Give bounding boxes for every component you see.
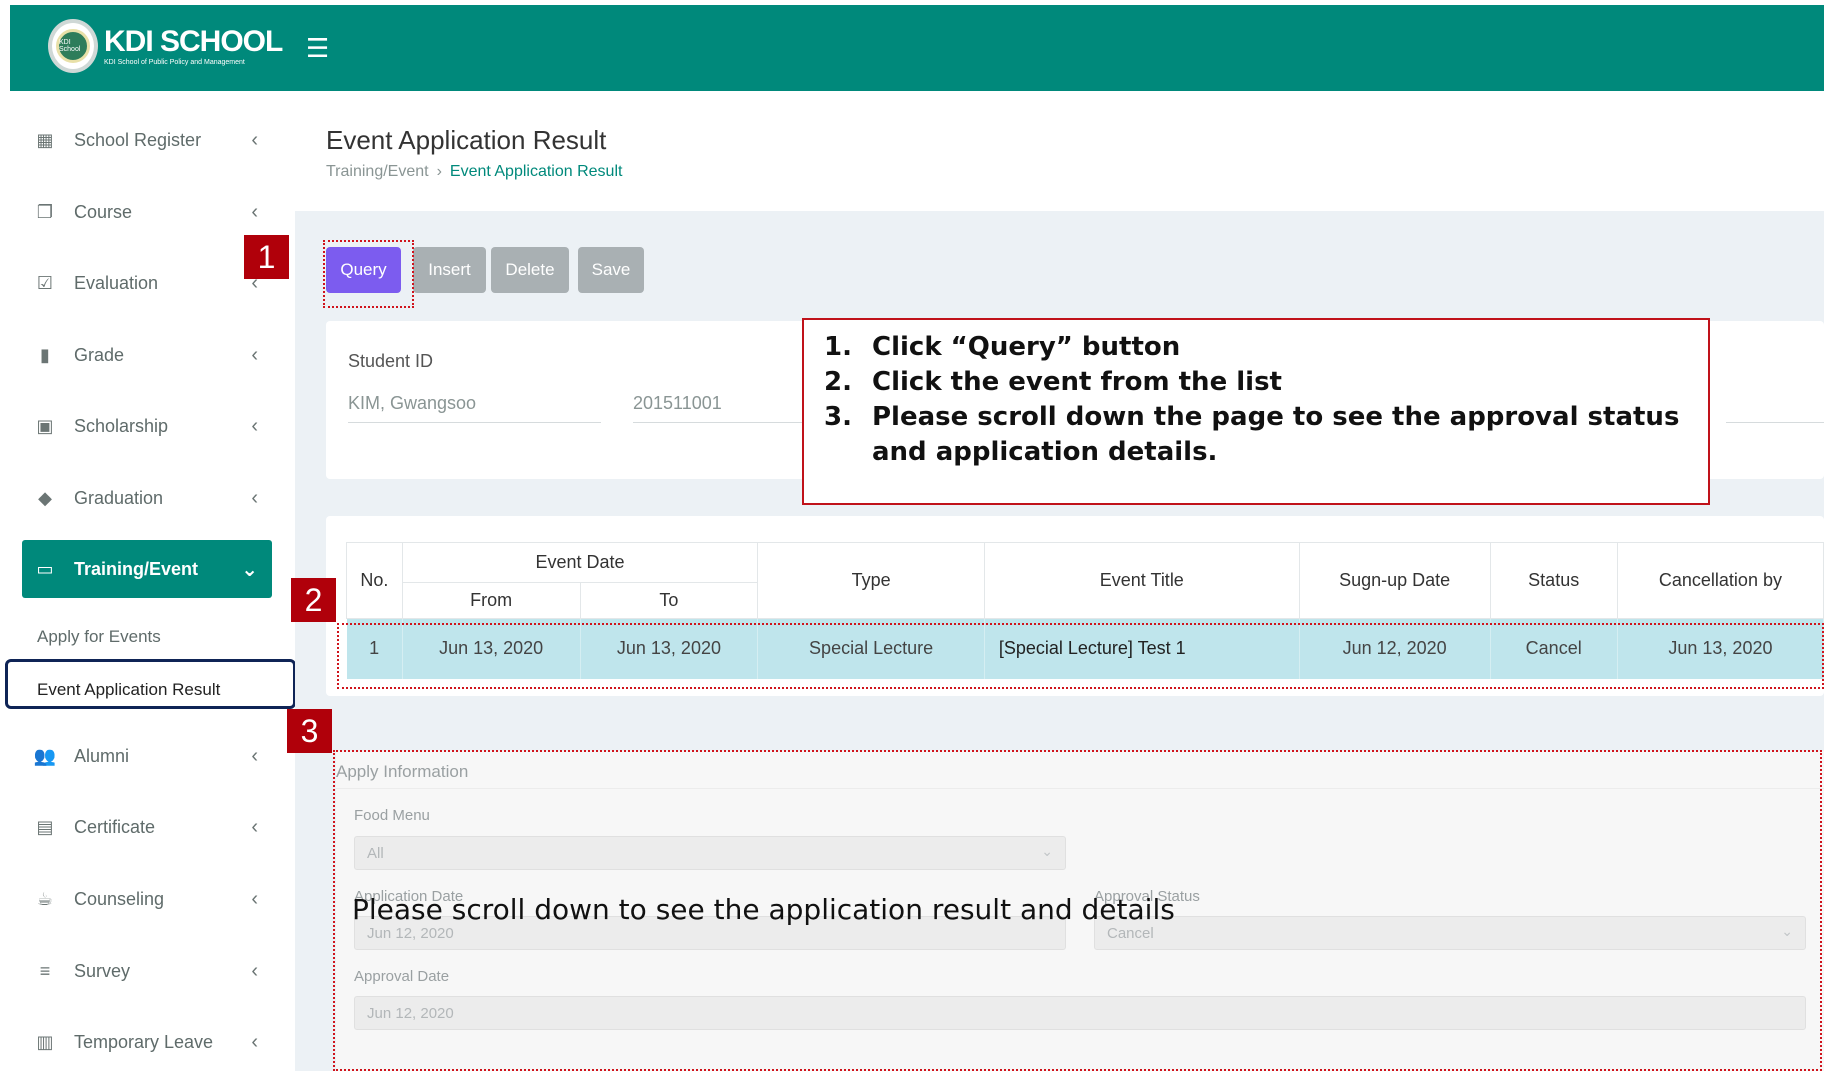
sidebar-item-counseling[interactable]: ☕ Counseling ‹	[22, 870, 272, 928]
sidebar-item-school-register[interactable]: ▦ School Register ‹	[22, 111, 272, 169]
copy-icon: ❐	[36, 201, 54, 222]
step-number-3: 3	[287, 709, 332, 753]
sidebar-item-label: Graduation	[74, 487, 164, 508]
highlight-box-current-menu	[5, 659, 296, 709]
header-event-title: Event Title	[983, 542, 1300, 619]
sidebar-item-label: Temporary Leave	[74, 1031, 214, 1052]
header-cancellation-by: Cancellation by	[1616, 542, 1824, 619]
monitor-icon: ▭	[36, 558, 54, 579]
save-button[interactable]: Save	[578, 247, 644, 293]
header-type: Type	[757, 542, 985, 619]
sidebar-item-label: Certificate	[74, 816, 156, 837]
top-header-bar: KDI School KDI SCHOOL KDI School of Publ…	[10, 5, 1824, 91]
grid-icon: ▦	[36, 129, 54, 150]
instruction-step: 3. Please scroll down the page to see the…	[824, 402, 1680, 467]
chevron-left-icon: ‹	[251, 1030, 258, 1053]
insert-button[interactable]: Insert	[413, 247, 486, 293]
logo-emblem: KDI School	[48, 19, 98, 73]
checkbox-icon: ☑	[36, 272, 54, 293]
checklist-icon: ≡	[39, 960, 51, 981]
sidebar-item-temporary-leave[interactable]: ▥ Temporary Leave ‹	[22, 1013, 272, 1071]
chevron-left-icon: ‹	[251, 343, 258, 366]
chevron-left-icon: ‹	[251, 414, 258, 437]
highlight-event-row	[337, 623, 1824, 689]
student-id-label: Student ID	[348, 351, 434, 371]
page-title: Event Application Result	[326, 125, 607, 155]
sidebar-item-label: Scholarship	[74, 415, 169, 436]
delete-button[interactable]: Delete	[491, 247, 569, 293]
breadcrumb-item[interactable]: Training/Event	[326, 163, 429, 180]
sidebar-item-label: School Register	[74, 129, 202, 150]
logo-emblem-inner: KDI School	[56, 29, 90, 63]
header-status: Status	[1489, 542, 1618, 619]
calendar-icon: ▥	[36, 1031, 54, 1052]
sidebar-item-certificate[interactable]: ▤ Certificate ‹	[22, 798, 272, 856]
sidebar-item-course[interactable]: ❐ Course ‹	[22, 183, 272, 241]
chevron-down-icon: ⌄	[241, 558, 258, 581]
certificate-icon: ▤	[36, 816, 54, 837]
sidebar-item-grade[interactable]: ▮ Grade ‹	[22, 326, 272, 384]
chevron-left-icon: ‹	[251, 486, 258, 509]
search-field-extra[interactable]	[1726, 422, 1824, 423]
sidebar-item-label: Alumni	[74, 745, 130, 766]
sidebar-item-graduation[interactable]: ◆ Graduation ‹	[22, 469, 272, 527]
step-number-1: 1	[244, 235, 289, 279]
header-event-date: Event Date	[401, 542, 759, 583]
breadcrumb: Training/Event › Event Application Result	[326, 163, 622, 181]
student-name-field[interactable]: KIM, Gwangsoo	[348, 393, 601, 423]
sidebar-item-label: Survey	[74, 960, 131, 981]
header-no: No.	[346, 542, 403, 619]
graduation-cap-icon: ◆	[38, 487, 52, 508]
sidebar-item-alumni[interactable]: 👥 Alumni ‹	[22, 727, 272, 785]
sidebar-item-label: Course	[74, 201, 133, 222]
page-header: Event Application Result Training/Event ›…	[295, 91, 1824, 211]
bar-chart-icon: ▮	[40, 344, 50, 365]
header-from: From	[401, 582, 581, 619]
step-number-2: 2	[291, 578, 336, 622]
sidebar-item-label: Grade	[74, 344, 125, 365]
hamburger-icon[interactable]: ☰	[306, 33, 329, 64]
book-icon: ▣	[36, 415, 54, 436]
instruction-step: 2. Click the event from the list	[824, 367, 1282, 397]
sidebar-item-evaluation[interactable]: ☑ Evaluation ‹	[22, 254, 272, 312]
breadcrumb-separator-icon: ›	[436, 163, 442, 180]
scroll-instruction-note: Please scroll down to see the applicatio…	[352, 893, 1175, 926]
sidebar-item-label: Counseling	[74, 888, 165, 909]
kdi-school-logo[interactable]: KDI School KDI SCHOOL KDI School of Publ…	[48, 19, 283, 73]
chevron-left-icon: ‹	[251, 959, 258, 982]
sidebar-item-training-event[interactable]: ▭ Training/Event ⌄	[22, 540, 272, 598]
header-to: To	[579, 582, 759, 619]
chevron-left-icon: ‹	[251, 815, 258, 838]
sidebar-item-label: Training/Event	[74, 558, 199, 579]
sidebar-item-scholarship[interactable]: ▣ Scholarship ‹	[22, 397, 272, 455]
student-id-field[interactable]: 201511001	[633, 393, 813, 423]
logo-title: KDI SCHOOL	[104, 24, 283, 58]
people-icon: 👥	[33, 745, 57, 766]
highlight-query-button	[323, 240, 414, 308]
sidebar-item-survey[interactable]: ≡ Survey ‹	[22, 942, 272, 1000]
sub-item-apply-for-events[interactable]: Apply for Events	[37, 627, 161, 647]
instruction-step: 1. Click “Query” button	[824, 332, 1181, 362]
coffee-icon: ☕	[36, 888, 54, 909]
chevron-left-icon: ‹	[251, 744, 258, 767]
chevron-left-icon: ‹	[251, 887, 258, 910]
logo-subtitle: KDI School of Public Policy and Manageme…	[104, 58, 245, 66]
breadcrumb-current: Event Application Result	[449, 163, 623, 180]
header-signup-date: Sugn-up Date	[1298, 542, 1491, 619]
instruction-callout: 1. Click “Query” button 2. Click the event…	[802, 318, 1710, 505]
chevron-left-icon: ‹	[251, 200, 258, 223]
sidebar-item-label: Evaluation	[74, 272, 159, 293]
chevron-left-icon: ‹	[251, 128, 258, 151]
